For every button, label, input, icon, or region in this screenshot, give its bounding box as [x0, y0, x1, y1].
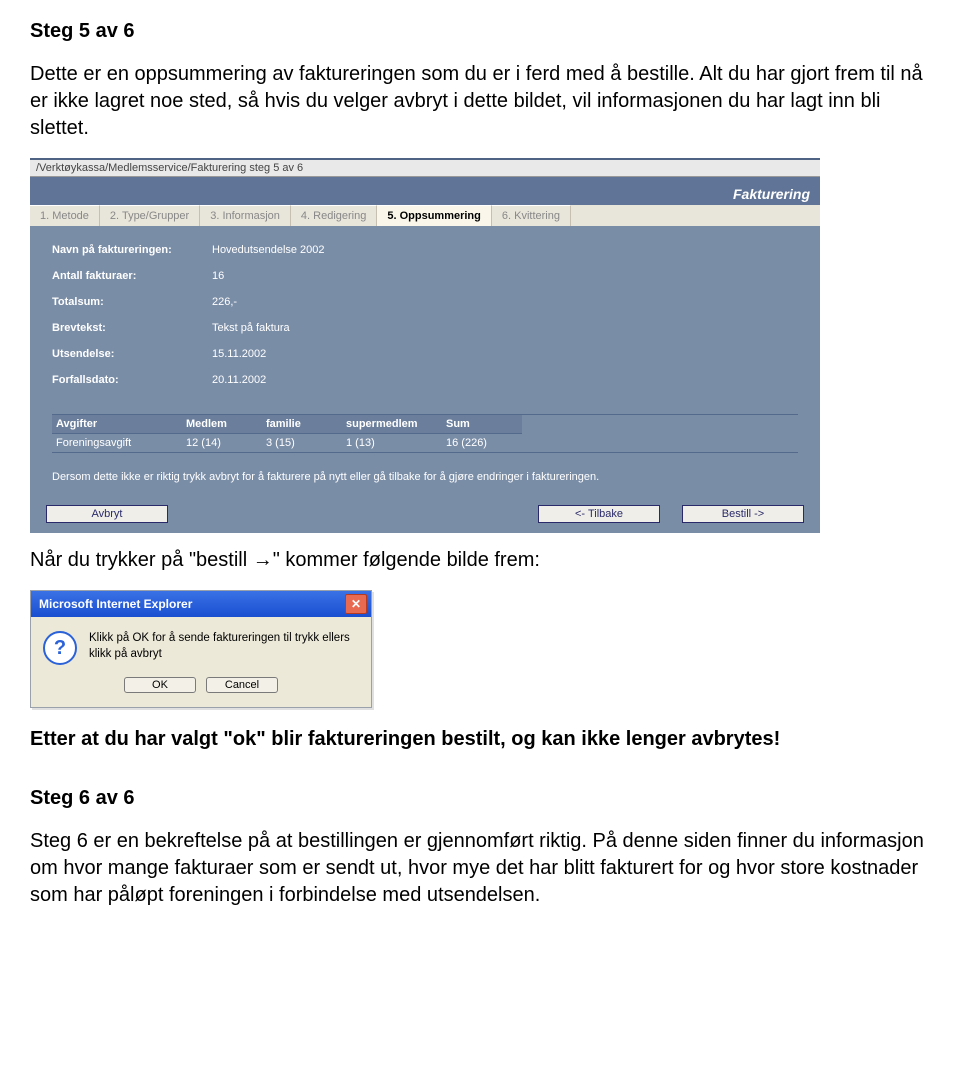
ie-confirm-dialog: Microsoft Internet Explorer ✕ ? Klikk på…: [30, 590, 372, 708]
dialog-title: Microsoft Internet Explorer: [39, 597, 192, 611]
avbryt-button[interactable]: Avbryt: [46, 505, 168, 523]
cancel-button[interactable]: Cancel: [206, 677, 278, 693]
dialog-message: Klikk på OK for å sende faktureringen ti…: [89, 631, 359, 665]
after-dialog-paragraph: Etter at du har valgt "ok" blir fakturer…: [30, 726, 930, 753]
tab-kvittering[interactable]: 6. Kvittering: [492, 205, 571, 226]
warning-note: Dersom dette ikke er riktig trykk avbryt…: [52, 453, 798, 497]
fakturering-screenshot: /Verktøykassa/Medlemsservice/Fakturering…: [30, 158, 820, 533]
fees-header-sum: Sum: [442, 415, 522, 434]
after-screenshot-paragraph: Når du trykker på "bestill →" kommer føl…: [30, 547, 930, 574]
label-forfall: Forfallsdato:: [52, 374, 212, 386]
step-tabs: 1. Metode 2. Type/Grupper 3. Informasjon…: [30, 205, 820, 226]
label-antall: Antall fakturaer:: [52, 270, 212, 282]
label-navn: Navn på faktureringen:: [52, 244, 212, 256]
fees-header-familie: familie: [262, 415, 342, 434]
ok-button[interactable]: OK: [124, 677, 196, 693]
tilbake-button[interactable]: <- Tilbake: [538, 505, 660, 523]
label-utsendelse: Utsendelse:: [52, 348, 212, 360]
tab-type-grupper[interactable]: 2. Type/Grupper: [100, 205, 200, 226]
close-icon[interactable]: ✕: [345, 594, 367, 614]
fees-row-label: Foreningsavgift: [52, 434, 182, 452]
fees-row-familie: 3 (15): [262, 434, 342, 452]
tab-oppsummering[interactable]: 5. Oppsummering: [377, 205, 492, 226]
value-forfall: 20.11.2002: [212, 374, 798, 386]
value-antall: 16: [212, 270, 798, 282]
summary-table: Navn på faktureringen: Hovedutsendelse 2…: [52, 244, 798, 386]
step5-heading: Steg 5 av 6: [30, 20, 930, 43]
fees-header-supermedlem: supermedlem: [342, 415, 442, 434]
fees-header-medlem: Medlem: [182, 415, 262, 434]
bestill-button[interactable]: Bestill ->: [682, 505, 804, 523]
step6-paragraph: Steg 6 er en bekreftelse på at bestillin…: [30, 828, 930, 909]
value-utsendelse: 15.11.2002: [212, 348, 798, 360]
value-navn: Hovedutsendelse 2002: [212, 244, 798, 256]
label-totalsum: Totalsum:: [52, 296, 212, 308]
fees-row-sum: 16 (226): [442, 434, 522, 452]
step6-heading: Steg 6 av 6: [30, 787, 930, 810]
fees-table: Avgifter Medlem familie supermedlem Sum …: [52, 414, 798, 453]
label-brevtekst: Brevtekst:: [52, 322, 212, 334]
fees-row-supermedlem: 1 (13): [342, 434, 442, 452]
tab-informasjon[interactable]: 3. Informasjon: [200, 205, 291, 226]
page-title: Fakturering: [30, 183, 820, 205]
fees-header-avgifter: Avgifter: [52, 415, 182, 434]
tab-redigering[interactable]: 4. Redigering: [291, 205, 377, 226]
breadcrumb: /Verktøykassa/Medlemsservice/Fakturering…: [30, 160, 820, 177]
tab-metode[interactable]: 1. Metode: [30, 205, 100, 226]
fees-row-medlem: 12 (14): [182, 434, 262, 452]
value-totalsum: 226,-: [212, 296, 798, 308]
step5-intro-paragraph: Dette er en oppsummering av faktureringe…: [30, 61, 930, 142]
value-brevtekst: Tekst på faktura: [212, 322, 798, 334]
question-icon: ?: [43, 631, 77, 665]
